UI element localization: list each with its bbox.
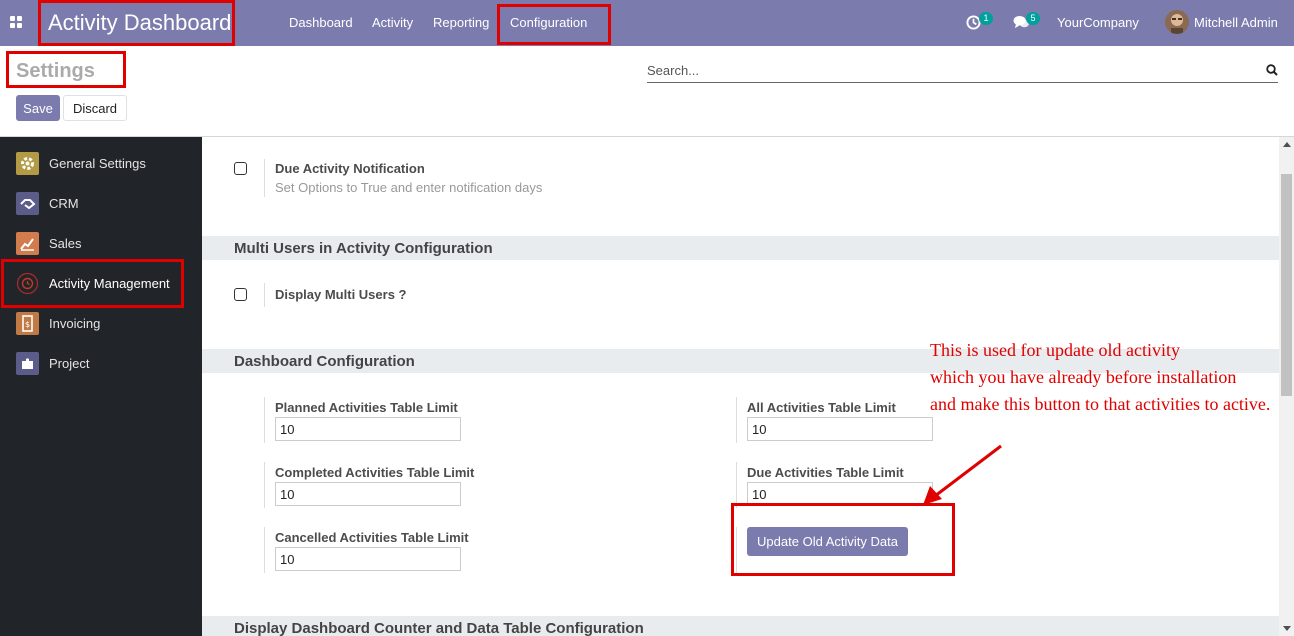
- multi-users-checkbox[interactable]: [234, 288, 247, 301]
- all-limit-input[interactable]: [747, 417, 933, 441]
- activity-badge: 1: [979, 12, 993, 25]
- sidebar-item-label: General Settings: [49, 156, 146, 171]
- cancelled-limit-input[interactable]: [275, 547, 461, 571]
- main-scrollbar[interactable]: [1279, 137, 1294, 636]
- sidebar-item-sales[interactable]: Sales: [0, 224, 202, 264]
- field-divider: [264, 527, 265, 573]
- sidebar-item-label: Invoicing: [49, 316, 101, 331]
- top-navbar: Activity Dashboard Dashboard Activity Re…: [0, 0, 1294, 46]
- menu-reporting[interactable]: Reporting: [433, 15, 489, 30]
- sidebar-item-crm[interactable]: CRM: [0, 184, 202, 224]
- due-notification-title: Due Activity Notification: [275, 161, 425, 176]
- sidebar-item-label: Activity Management: [49, 276, 170, 291]
- option-divider: [264, 283, 265, 307]
- due-notification-checkbox[interactable]: [234, 162, 247, 175]
- apps-grid-icon[interactable]: [10, 16, 23, 29]
- field-divider: [264, 397, 265, 443]
- page-title: Settings: [16, 60, 95, 82]
- sidebar-item-activity-management[interactable]: Activity Management: [0, 264, 202, 304]
- completed-limit-label: Completed Activities Table Limit: [275, 465, 475, 480]
- sidebar-item-label: CRM: [49, 196, 79, 211]
- option-divider: [264, 159, 265, 197]
- settings-sidebar: General Settings CRM Sales Activity Mana…: [0, 137, 202, 636]
- messages-badge: 5: [1026, 12, 1040, 25]
- due-limit-label: Due Activities Table Limit: [747, 465, 904, 480]
- search-input[interactable]: [647, 60, 1247, 80]
- sidebar-item-project[interactable]: Project: [0, 344, 202, 384]
- scroll-down-arrow-icon[interactable]: [1283, 626, 1291, 631]
- due-limit-input[interactable]: [747, 482, 933, 506]
- field-divider: [736, 527, 737, 573]
- field-divider: [736, 462, 737, 508]
- field-divider: [736, 397, 737, 443]
- invoice-icon: $: [16, 312, 39, 335]
- menu-activity[interactable]: Activity: [372, 15, 413, 30]
- section-title: Dashboard Configuration: [234, 353, 415, 370]
- section-title: Multi Users in Activity Configuration: [234, 240, 493, 257]
- annotation-line: This is used for update old activity: [930, 340, 1180, 360]
- annotation-line: and make this button to that activities …: [930, 394, 1271, 414]
- user-avatar[interactable]: [1165, 10, 1189, 34]
- due-notification-description: Set Options to True and enter notificati…: [275, 180, 543, 195]
- field-divider: [264, 462, 265, 508]
- scroll-thumb[interactable]: [1281, 174, 1292, 396]
- discard-button[interactable]: Discard: [63, 95, 127, 121]
- puzzle-icon: [16, 352, 39, 375]
- save-button[interactable]: Save: [16, 95, 60, 121]
- gear-icon: [16, 152, 39, 175]
- user-menu[interactable]: Mitchell Admin: [1194, 15, 1278, 30]
- planned-limit-label: Planned Activities Table Limit: [275, 400, 458, 415]
- multi-users-section-header: Multi Users in Activity Configuration: [202, 236, 1279, 260]
- completed-limit-input[interactable]: [275, 482, 461, 506]
- sidebar-item-label: Project: [49, 356, 90, 371]
- menu-configuration[interactable]: Configuration: [510, 15, 587, 30]
- all-limit-label: All Activities Table Limit: [747, 400, 896, 415]
- clock-history-icon: [16, 272, 39, 295]
- sidebar-item-label: Sales: [49, 236, 82, 251]
- sidebar-item-invoicing[interactable]: $ Invoicing: [0, 304, 202, 344]
- chart-icon: [16, 232, 39, 255]
- update-old-activity-button[interactable]: Update Old Activity Data: [747, 527, 908, 556]
- sidebar-item-general-settings[interactable]: General Settings: [0, 144, 202, 184]
- multi-users-title: Display Multi Users ?: [275, 287, 407, 302]
- app-brand[interactable]: Activity Dashboard: [48, 10, 231, 36]
- svg-text:$: $: [25, 320, 30, 329]
- planned-limit-input[interactable]: [275, 417, 461, 441]
- menu-dashboard[interactable]: Dashboard: [289, 15, 353, 30]
- scroll-up-arrow-icon[interactable]: [1283, 142, 1291, 147]
- company-switcher[interactable]: YourCompany: [1057, 15, 1139, 30]
- search-bar: [647, 58, 1278, 83]
- section-title: Display Dashboard Counter and Data Table…: [234, 620, 644, 636]
- handshake-icon: [16, 192, 39, 215]
- cancelled-limit-label: Cancelled Activities Table Limit: [275, 530, 469, 545]
- annotation-line: which you have already before installati…: [930, 367, 1237, 387]
- counter-section-header: Display Dashboard Counter and Data Table…: [202, 616, 1279, 636]
- search-icon[interactable]: [1266, 64, 1278, 76]
- annotation-note: This is used for update old activity whi…: [930, 337, 1280, 418]
